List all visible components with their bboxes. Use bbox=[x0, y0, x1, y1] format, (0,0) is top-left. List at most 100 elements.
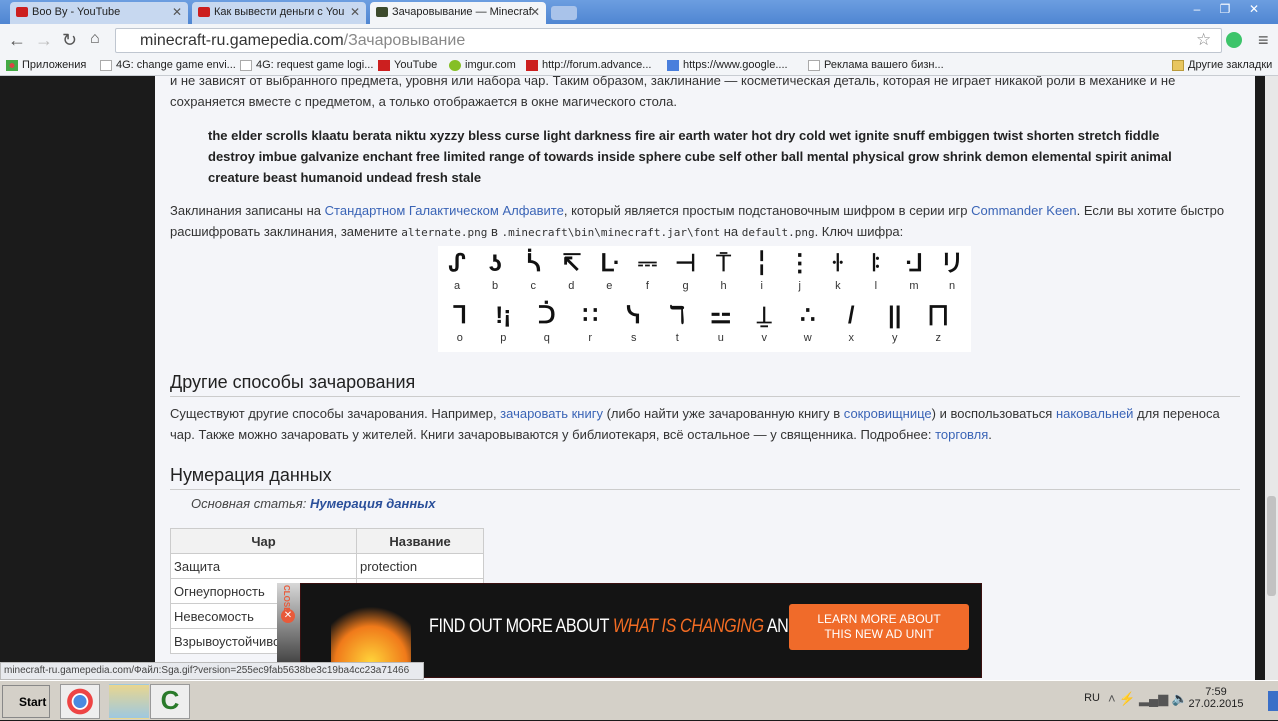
camtasia-taskbar-icon[interactable]: C bbox=[150, 684, 190, 719]
google-icon bbox=[667, 60, 679, 71]
sga-glyph: ⍑ bbox=[716, 250, 731, 277]
main-article-note: Основная статья: Нумерация данных bbox=[191, 496, 436, 511]
bookmark-apps[interactable]: Приложения bbox=[6, 59, 86, 71]
sga-glyph: ∴ bbox=[800, 302, 816, 329]
latin-letter: u bbox=[717, 332, 724, 344]
ad-learn-more-button[interactable]: LEARN MORE ABOUT THIS NEW AD UNIT bbox=[789, 604, 969, 650]
bookmark-youtube[interactable]: YouTube bbox=[378, 59, 437, 71]
taskbar: Start C RU ˄ ⚡ ▂▄▆ 🔈 7:59 27.02.2015 bbox=[0, 680, 1278, 720]
new-tab-button[interactable] bbox=[551, 6, 577, 20]
close-tab-icon[interactable]: ✕ bbox=[172, 5, 182, 19]
bookmark[interactable]: http://forum.advance... bbox=[526, 59, 651, 71]
cipher-letter: ᒲm bbox=[895, 248, 933, 292]
trading-link[interactable]: торговля bbox=[935, 427, 988, 442]
tab-youtube-money[interactable]: Как вывести деньги с You ✕ bbox=[192, 2, 366, 24]
bookmark[interactable]: 4G: request game logi... bbox=[240, 59, 373, 71]
sga-glyph: ╎ bbox=[754, 250, 769, 277]
cipher-letter: ⍊ v bbox=[743, 300, 787, 344]
cipher-letter: ⚍ u bbox=[699, 300, 743, 344]
sga-glyph: || bbox=[888, 302, 902, 329]
restore-button[interactable]: ❐ bbox=[1211, 0, 1239, 18]
ad-close-button[interactable]: CLOSE ✕ bbox=[277, 583, 300, 663]
latin-letter: g bbox=[682, 280, 689, 292]
tray-icons[interactable]: ˄ ⚡ ▂▄▆ 🔈 bbox=[1108, 691, 1188, 707]
latin-letter: y bbox=[892, 332, 898, 344]
youtube-icon bbox=[526, 60, 538, 71]
close-icon: ✕ bbox=[281, 609, 295, 623]
page-scrollbar[interactable] bbox=[1265, 76, 1278, 680]
sga-link[interactable]: Стандартном Галактическом Алфавите bbox=[325, 203, 564, 218]
home-icon[interactable]: ⌂ bbox=[90, 30, 100, 48]
latin-letter: c bbox=[530, 280, 536, 292]
sga-glyph: ꖎ bbox=[871, 250, 881, 277]
chrome-taskbar-icon[interactable] bbox=[60, 684, 100, 719]
language-indicator[interactable]: RU bbox=[1084, 692, 1100, 704]
cipher-letter: ᒣo bbox=[438, 300, 482, 344]
close-window-button[interactable]: ✕ bbox=[1240, 0, 1268, 18]
sga-glyph: ∷ bbox=[582, 302, 598, 329]
treasury-link[interactable]: сокровищнице bbox=[844, 406, 932, 421]
ad-headline: FIND OUT MORE ABOUT WHAT IS CHANGING AND… bbox=[429, 616, 841, 637]
bookmark-imgur[interactable]: imgur.com bbox=[449, 59, 516, 71]
bookmark[interactable]: 4G: change game envi... bbox=[100, 59, 236, 71]
sga-glyph: !¡ bbox=[495, 302, 512, 329]
address-bar[interactable]: minecraft-ru.gamepedia.com/Зачаровывание bbox=[115, 28, 1222, 53]
tab-boo-by[interactable]: Boo By - YouTube ✕ bbox=[10, 2, 188, 24]
apps-icon bbox=[6, 60, 18, 71]
star-icon[interactable]: ☆ bbox=[1196, 30, 1211, 50]
latin-letter: o bbox=[456, 332, 463, 344]
cipher-key-image[interactable]: ᔑ a ʖ b ᓵ c ↸ d ᒷ e ⎓ f ⊣ g ⍑ h ╎ i ⋮ j ꖌ k ꖎ l ᒲ m リ n ᒣ o !¡ p ᑑ q ∷ r ᓭ s… bbox=[438, 246, 971, 352]
cipher-letter: ℸt bbox=[656, 300, 700, 344]
latin-letter: i bbox=[760, 280, 763, 292]
latin-letter: n bbox=[948, 280, 956, 292]
cipher-letter: ⍑ h bbox=[705, 248, 743, 292]
forward-icon[interactable]: → bbox=[35, 30, 53, 51]
start-button[interactable]: Start bbox=[2, 685, 50, 718]
back-icon[interactable]: ← bbox=[8, 30, 26, 51]
close-tab-icon[interactable]: ✕ bbox=[350, 5, 360, 19]
main-article-link[interactable]: Нумерация данных bbox=[310, 496, 436, 511]
bookmark-google[interactable]: https://www.google.... bbox=[667, 59, 788, 71]
cipher-letter: ᓭs bbox=[612, 300, 656, 344]
extension-icon[interactable] bbox=[1226, 32, 1242, 48]
cipher-letter: ∷ r bbox=[569, 300, 613, 344]
clock[interactable]: 7:59 27.02.2015 bbox=[1186, 686, 1246, 710]
page-icon bbox=[100, 60, 112, 71]
latin-letter: h bbox=[720, 280, 727, 292]
sga-glyph: ⊣ bbox=[675, 250, 696, 277]
tab-enchanting[interactable]: Зачаровывание — Minecraf ✕ bbox=[370, 2, 546, 24]
menu-icon[interactable]: ≡ bbox=[1258, 30, 1269, 51]
cipher-letter: ⋮ j bbox=[781, 248, 819, 292]
sga-glyph: ⋮ bbox=[787, 250, 812, 277]
minimize-button[interactable]: – bbox=[1183, 0, 1211, 18]
latin-letter: m bbox=[909, 280, 919, 292]
column-header: Чар bbox=[170, 528, 357, 554]
cipher-letter: / x bbox=[830, 300, 874, 344]
scrollbar-thumb[interactable] bbox=[1267, 496, 1276, 596]
sga-glyph: ʖ bbox=[488, 250, 502, 277]
bookmark[interactable]: Реклама вашего бизн... bbox=[808, 59, 944, 71]
cipher-paragraph: Заклинания записаны на Стандартном Галак… bbox=[170, 203, 1225, 239]
cipher-letter: ꖎl bbox=[857, 248, 895, 292]
cipher-letter: ʖb bbox=[476, 248, 514, 292]
close-tab-icon[interactable]: ✕ bbox=[530, 5, 540, 19]
enchant-book-link[interactable]: зачаровать книгу bbox=[500, 406, 603, 421]
sga-glyph: ⚍ bbox=[709, 302, 732, 329]
show-desktop-button[interactable] bbox=[1268, 691, 1278, 711]
latin-letter: x bbox=[848, 332, 855, 344]
other-bookmarks[interactable]: Другие закладки bbox=[1172, 59, 1272, 71]
commander-keen-link[interactable]: Commander Keen bbox=[971, 203, 1077, 218]
cipher-letter: ⊣ g bbox=[666, 248, 704, 292]
cipher-letter: ᓵc bbox=[514, 248, 552, 292]
page-icon bbox=[240, 60, 252, 71]
reload-icon[interactable]: ↻ bbox=[62, 30, 77, 51]
anvil-link[interactable]: наковальней bbox=[1056, 406, 1134, 421]
latin-letter: p bbox=[500, 332, 507, 344]
cipher-letter: ⎓ f bbox=[628, 248, 666, 292]
bookmarks-bar: Приложения 4G: change game envi... 4G: r… bbox=[0, 56, 1278, 76]
sga-glyph: / bbox=[847, 302, 855, 329]
sga-glyph: ᒲ bbox=[904, 250, 923, 277]
cipher-letter: ∴ w bbox=[786, 300, 830, 344]
explorer-taskbar-icon[interactable] bbox=[109, 684, 149, 719]
youtube-icon bbox=[378, 60, 390, 71]
